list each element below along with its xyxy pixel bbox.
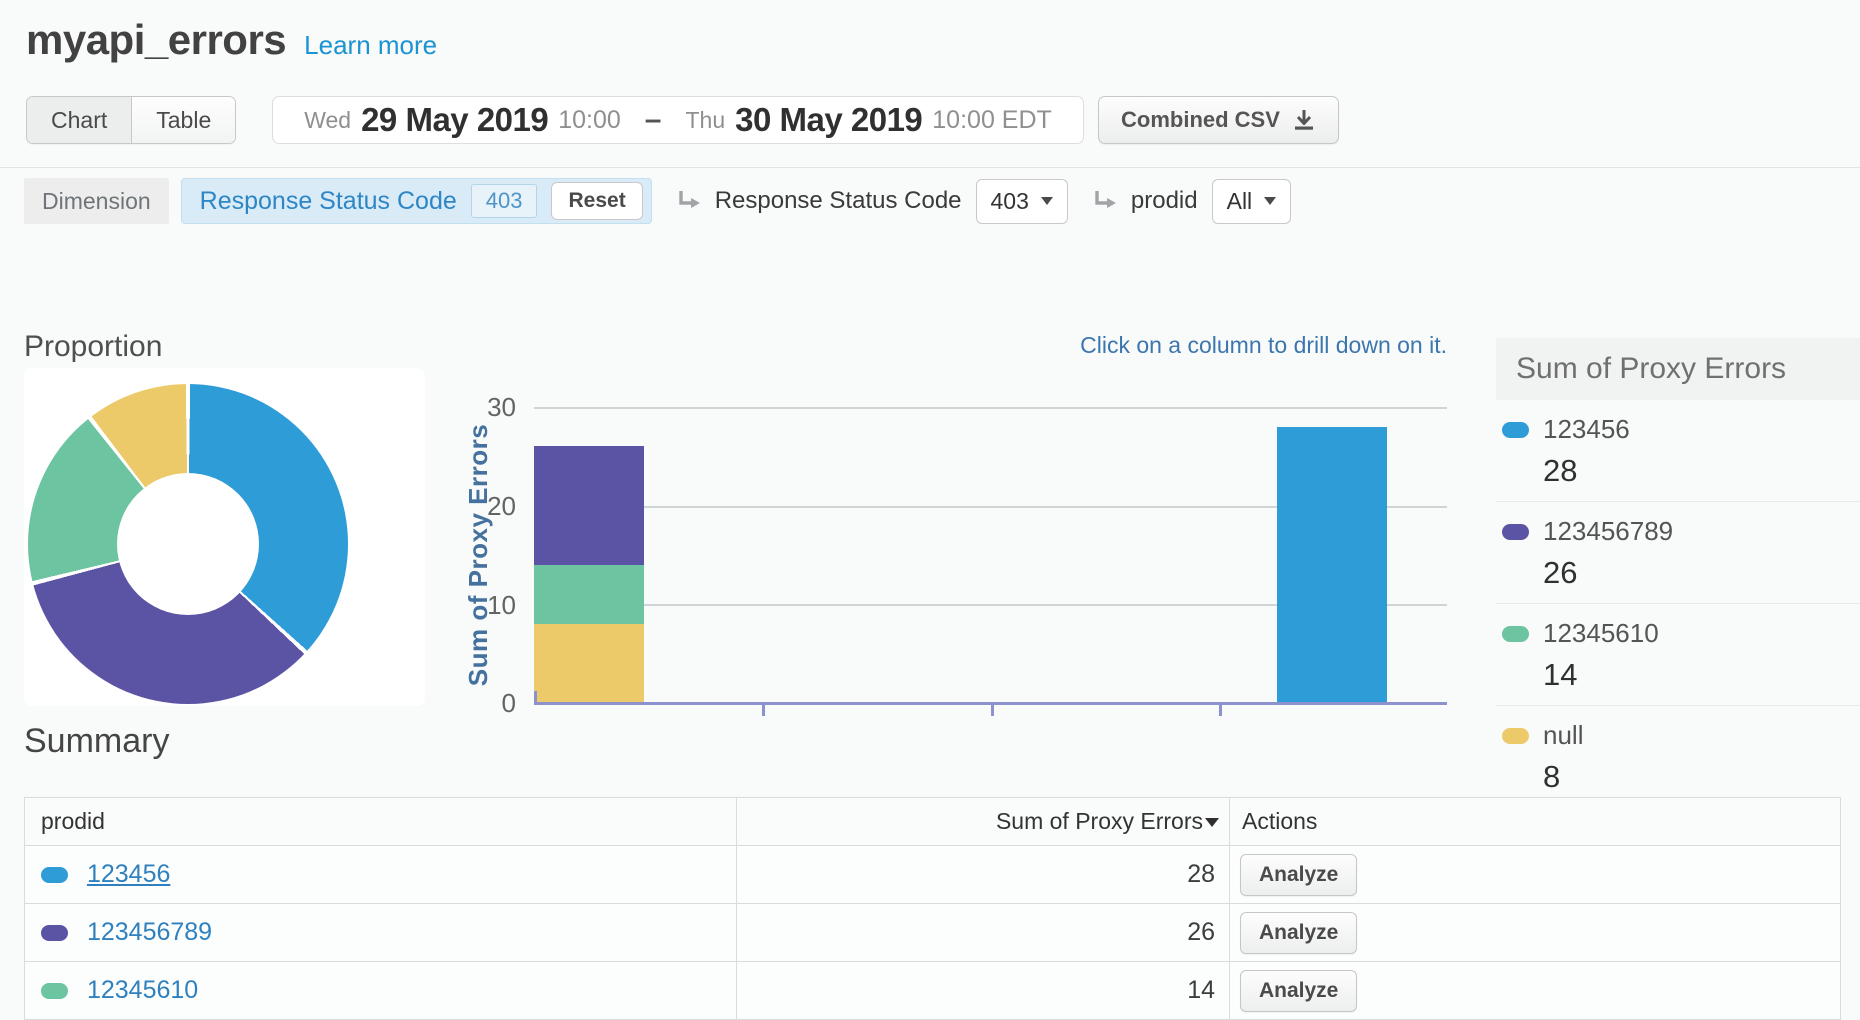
drilldown-1-label: Response Status Code [715, 187, 962, 215]
drilldown-hint: Click on a column to drill down on it. [1080, 332, 1447, 359]
active-filter-name: Response Status Code [200, 187, 457, 216]
analytics-dashboard: myapi_errors Learn more Chart Table Wed … [0, 0, 1860, 1020]
column-header-actions: Actions [1230, 798, 1841, 846]
learn-more-link[interactable]: Learn more [304, 30, 437, 61]
legend-item: 12345610 14 [1496, 603, 1860, 705]
dimension-label: Dimension [24, 178, 169, 224]
prodid-link[interactable]: 12345610 [87, 976, 198, 1004]
y-tick-30: 30 [430, 391, 516, 423]
end-time: 10:00 EDT [932, 106, 1052, 135]
legend-title: Sum of Proxy Errors [1496, 338, 1860, 400]
donut-hole [117, 473, 259, 615]
drilldown-arrow-icon [674, 188, 701, 215]
row-value: 14 [737, 962, 1230, 1020]
summary-title: Summary [24, 722, 169, 761]
caret-down-icon [1264, 197, 1276, 205]
column-header-sum[interactable]: Sum of Proxy Errors [737, 798, 1230, 846]
table-row: 123456 28 Analyze [25, 846, 1841, 904]
row-color-chip [41, 983, 68, 999]
status-code-dropdown[interactable]: 403 [976, 179, 1068, 224]
table-header-row: prodid Sum of Proxy Errors Actions [25, 798, 1841, 846]
caret-down-icon [1041, 197, 1053, 205]
drilldown-2-label: prodid [1131, 187, 1198, 215]
bar-chart [534, 407, 1447, 703]
chart-view-button[interactable]: Chart [27, 97, 131, 143]
x-axis-tick [534, 691, 537, 702]
date-range-picker[interactable]: Wed 29 May 2019 10:00 – Thu 30 May 2019 … [272, 96, 1084, 144]
prodid-dropdown-value: All [1227, 188, 1253, 215]
reset-button[interactable]: Reset [551, 182, 642, 220]
table-view-button[interactable]: Table [131, 97, 235, 143]
prodid-dropdown[interactable]: All [1212, 179, 1292, 224]
bar-null[interactable] [534, 624, 644, 703]
bar-123456[interactable] [1277, 427, 1387, 703]
start-day: Wed [304, 107, 351, 134]
legend-value: 8 [1543, 759, 1860, 795]
legend-item: 123456 28 [1496, 400, 1860, 501]
donut-chart[interactable] [28, 384, 348, 704]
active-filter-pill: Response Status Code 403 Reset [181, 178, 652, 224]
proportion-title: Proportion [24, 330, 162, 364]
legend-item: 123456789 26 [1496, 501, 1860, 603]
y-tick-20: 20 [430, 490, 516, 522]
legend-label: 12345610 [1543, 618, 1659, 649]
proportion-card [24, 368, 425, 706]
table-row: 123456789 26 Analyze [25, 904, 1841, 962]
filter-bar: Dimension Response Status Code 403 Reset… [24, 178, 1291, 224]
x-axis-tick [762, 703, 765, 716]
legend-label: null [1543, 720, 1583, 751]
legend-chip [1502, 422, 1529, 438]
table-row: 12345610 14 Analyze [25, 962, 1841, 1020]
gridline-30 [534, 407, 1447, 409]
csv-button-label: Combined CSV [1121, 107, 1280, 133]
legend-item: null 8 [1496, 705, 1860, 807]
row-color-chip [41, 867, 68, 883]
start-date: 29 May 2019 [361, 101, 548, 139]
start-time: 10:00 [558, 106, 621, 135]
status-code-dropdown-value: 403 [991, 188, 1029, 215]
download-icon [1292, 108, 1316, 132]
x-axis-tick [991, 703, 994, 716]
column-header-prodid: prodid [25, 798, 737, 846]
legend-value: 28 [1543, 453, 1860, 489]
active-filter-value: 403 [471, 184, 538, 218]
legend-label: 123456 [1543, 414, 1630, 445]
date-range-separator: – [645, 103, 662, 137]
legend-value: 14 [1543, 657, 1860, 693]
analyze-button[interactable]: Analyze [1240, 912, 1357, 954]
row-value: 26 [737, 904, 1230, 962]
row-color-chip [41, 925, 68, 941]
x-axis-tick [1219, 703, 1222, 716]
prodid-link[interactable]: 123456789 [87, 918, 212, 946]
combined-csv-button[interactable]: Combined CSV [1098, 96, 1339, 144]
chart-legend: Sum of Proxy Errors 123456 28 123456789 … [1496, 338, 1860, 807]
legend-label: 123456789 [1543, 516, 1673, 547]
toolbar: Chart Table Wed 29 May 2019 10:00 – Thu … [26, 96, 1836, 144]
y-axis-label: Sum of Proxy Errors [463, 405, 493, 705]
sort-desc-icon [1205, 818, 1219, 827]
y-tick-0: 0 [430, 687, 516, 719]
legend-value: 26 [1543, 555, 1860, 591]
view-toggle: Chart Table [26, 96, 236, 144]
analyze-button[interactable]: Analyze [1240, 854, 1357, 896]
legend-chip [1502, 524, 1529, 540]
legend-chip [1502, 626, 1529, 642]
end-day: Thu [685, 107, 725, 134]
y-tick-10: 10 [430, 589, 516, 621]
prodid-link[interactable]: 123456 [87, 860, 170, 888]
summary-table: prodid Sum of Proxy Errors Actions 12345… [24, 797, 1841, 1020]
page-title: myapi_errors [26, 16, 286, 64]
end-date: 30 May 2019 [735, 101, 922, 139]
toolbar-divider [0, 167, 1860, 168]
analyze-button[interactable]: Analyze [1240, 970, 1357, 1012]
header: myapi_errors Learn more [26, 16, 437, 64]
row-value: 28 [737, 846, 1230, 904]
legend-chip [1502, 728, 1529, 744]
drilldown-arrow-icon [1090, 188, 1117, 215]
